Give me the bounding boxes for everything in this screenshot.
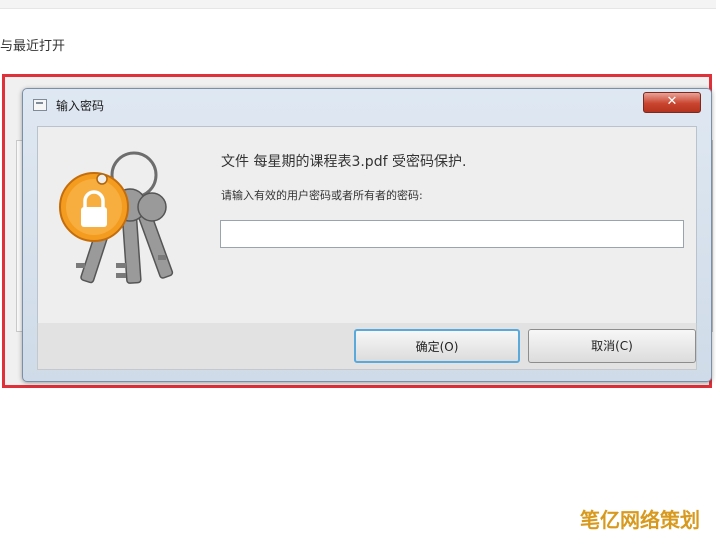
dialog-content: 文件 每星期的课程表3.pdf 受密码保护. 请输入有效的用户密码或者所有者的密… (37, 126, 697, 324)
password-prompt: 请输入有效的用户密码或者所有者的密码: (221, 189, 423, 202)
title-bar[interactable]: 输入密码 ✕ (23, 89, 711, 119)
watermark-text: 笔亿网络策划 (580, 508, 700, 532)
dialog-title: 输入密码 (56, 99, 105, 113)
keychain-lock-icon (59, 151, 174, 284)
ok-button[interactable]: 确定(O) (354, 329, 520, 363)
close-button[interactable]: ✕ (643, 92, 701, 113)
window-icon (33, 99, 47, 111)
password-input[interactable] (220, 220, 684, 248)
top-strip (0, 0, 716, 9)
recent-files-label: 与最近打开 (0, 39, 66, 54)
protected-file-message: 文件 每星期的课程表3.pdf 受密码保护. (221, 154, 467, 170)
password-dialog: 输入密码 ✕ 文件 每星期的课程表3.pdf 受密码保护. 请输入有效的用户密码… (22, 88, 712, 382)
button-bar: 确定(O) 取消(C) (37, 323, 697, 370)
cancel-button[interactable]: 取消(C) (528, 329, 696, 363)
